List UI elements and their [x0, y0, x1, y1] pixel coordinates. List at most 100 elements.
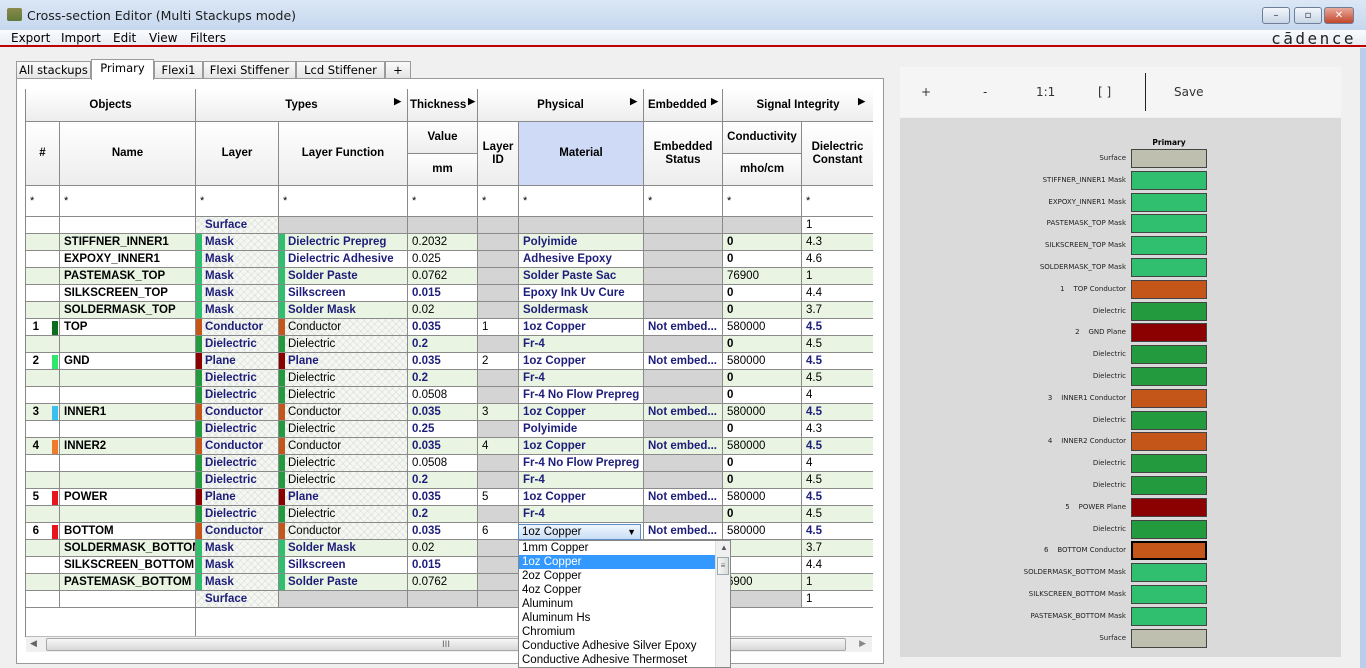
cell-thickness[interactable]: 0.02 — [408, 302, 478, 319]
cell-layer[interactable]: Dielectric — [196, 336, 279, 353]
cell-thickness[interactable]: 0.025 — [408, 251, 478, 268]
cell-material[interactable]: Polyimide — [519, 421, 644, 438]
table-row[interactable]: EXPOXY_INNER1 Mask Dielectric Adhesive 0.02… — [26, 251, 873, 268]
cell-name[interactable]: SOLDERMASK_BOTTOM — [60, 540, 196, 557]
add-tab-button[interactable]: + — [385, 61, 411, 79]
cell-dk[interactable]: 4.5 — [802, 523, 873, 540]
dropdown-option[interactable]: Conductive Adhesive Thermoset — [519, 653, 715, 667]
cell-conductivity[interactable]: 0 — [723, 302, 802, 319]
cell-layer-function[interactable] — [279, 591, 408, 608]
cell-layer-function[interactable]: Conductor — [279, 404, 408, 421]
cell-dk[interactable]: 4.5 — [802, 404, 873, 421]
cell-name[interactable]: PASTEMASK_TOP — [60, 268, 196, 285]
cell-thickness[interactable]: 0.035 — [408, 319, 478, 336]
cell-layer[interactable]: Mask — [196, 557, 279, 574]
cell-layer-id[interactable] — [478, 506, 519, 523]
expand-arrow-icon[interactable]: ▶ — [858, 95, 865, 108]
cell-thickness[interactable]: 0.035 — [408, 489, 478, 506]
cell-layer[interactable]: Surface — [196, 217, 279, 234]
cell-name[interactable]: SILKSCREEN_BOTTOM — [60, 557, 196, 574]
cell-layer[interactable]: Mask — [196, 251, 279, 268]
cell-layer-id[interactable] — [478, 234, 519, 251]
cell-layer-id[interactable]: 4 — [478, 438, 519, 455]
cell-layer[interactable]: Mask — [196, 285, 279, 302]
cell-layer-id[interactable] — [478, 472, 519, 489]
cell-layer[interactable]: Dielectric — [196, 370, 279, 387]
cell-conductivity[interactable]: 580000 — [723, 319, 802, 336]
cell-layer-id[interactable] — [478, 557, 519, 574]
cell-layer-function[interactable] — [279, 217, 408, 234]
cell-embedded[interactable] — [644, 336, 723, 353]
cell-embedded[interactable]: Not embed... — [644, 489, 723, 506]
cell-conductivity[interactable]: 0 — [723, 234, 802, 251]
dropdown-option[interactable]: Aluminum Hs — [519, 611, 715, 625]
cell-dk[interactable]: 4.5 — [802, 336, 873, 353]
cell-layer-function[interactable]: Dielectric — [279, 421, 408, 438]
filter-layer-id[interactable]: * — [478, 186, 519, 217]
layer-bar-dielectric[interactable] — [1131, 454, 1207, 474]
cell-thickness[interactable]: 0.2 — [408, 370, 478, 387]
cell-material[interactable] — [519, 217, 644, 234]
cell-layer[interactable]: Plane — [196, 489, 279, 506]
layer-bar-conductor[interactable] — [1131, 279, 1207, 299]
cell-thickness[interactable] — [408, 591, 478, 608]
cell-dk[interactable]: 3.7 — [802, 540, 873, 557]
cell-name[interactable]: SILKSCREEN_TOP — [60, 285, 196, 302]
maximize-button[interactable]: ▫ — [1294, 7, 1322, 24]
table-row[interactable]: Dielectric Dielectric 0.0508 Fr-4 No Flow P… — [26, 387, 873, 404]
cell-layer-id[interactable]: 5 — [478, 489, 519, 506]
dropdown-option[interactable]: 4oz Copper — [519, 583, 715, 597]
cell-material[interactable]: 1oz Copper — [519, 353, 644, 370]
table-row[interactable]: Dielectric Dielectric 0.2 Fr-4 0 4.5 — [26, 472, 873, 489]
cell-conductivity[interactable]: 580000 — [723, 438, 802, 455]
cell-num[interactable] — [26, 217, 60, 234]
group-physical[interactable]: Physical ▶ — [478, 89, 644, 122]
cell-layer-function[interactable]: Silkscreen — [279, 557, 408, 574]
cell-num[interactable] — [26, 234, 60, 251]
cell-layer[interactable]: Mask — [196, 540, 279, 557]
cell-layer-id[interactable] — [478, 370, 519, 387]
minimize-button[interactable]: – — [1262, 7, 1290, 24]
scroll-left-icon[interactable]: ◀ — [30, 639, 37, 649]
cell-embedded[interactable]: Not embed... — [644, 319, 723, 336]
cell-material[interactable]: 1oz Copper — [519, 404, 644, 421]
cell-layer-function[interactable]: Plane — [279, 489, 408, 506]
cell-layer-id[interactable] — [478, 591, 519, 608]
cell-embedded[interactable]: Not embed... — [644, 404, 723, 421]
cell-layer-function[interactable]: Dielectric — [279, 387, 408, 404]
cell-conductivity[interactable]: 0 — [723, 285, 802, 302]
cell-thickness[interactable]: 0.25 — [408, 421, 478, 438]
cell-material[interactable]: Fr-4 — [519, 336, 644, 353]
cell-dk[interactable]: 4.5 — [802, 472, 873, 489]
cell-embedded[interactable] — [644, 472, 723, 489]
cell-name[interactable] — [60, 370, 196, 387]
cell-conductivity[interactable] — [723, 217, 802, 234]
layer-bar-dielectric[interactable] — [1131, 367, 1207, 386]
cell-name[interactable] — [60, 217, 196, 234]
cell-embedded[interactable] — [644, 421, 723, 438]
layer-bar-mask[interactable] — [1131, 606, 1207, 626]
cell-embedded[interactable]: Not embed... — [644, 523, 723, 540]
layer-bar-surface[interactable] — [1131, 628, 1207, 648]
table-row[interactable]: Surface 1 — [26, 217, 873, 234]
cell-embedded[interactable]: Not embed... — [644, 438, 723, 455]
dropdown-option[interactable]: 1oz Copper — [519, 555, 715, 569]
cell-thickness[interactable]: 0.035 — [408, 523, 478, 540]
cell-thickness[interactable]: 0.035 — [408, 353, 478, 370]
menu-filters[interactable]: Filters — [190, 31, 226, 45]
cell-embedded[interactable] — [644, 217, 723, 234]
table-row[interactable]: 3 INNER1 Conductor Conductor 0.035 3 1oz Coppe… — [26, 404, 873, 421]
cell-material[interactable]: Adhesive Epoxy — [519, 251, 644, 268]
cell-material[interactable]: 1oz Copper — [519, 489, 644, 506]
menu-export[interactable]: Export — [11, 31, 50, 45]
layer-bar-plane[interactable] — [1131, 497, 1207, 517]
cell-dk[interactable]: 1 — [802, 574, 873, 591]
cell-layer-function[interactable]: Dielectric — [279, 455, 408, 472]
cell-name[interactable]: INNER1 — [60, 404, 196, 421]
cell-layer[interactable]: Dielectric — [196, 472, 279, 489]
cell-name[interactable]: INNER2 — [60, 438, 196, 455]
table-row[interactable]: 2 GND Plane Plane 0.035 2 1oz Copper Not embed.… — [26, 353, 873, 370]
cell-name[interactable] — [60, 455, 196, 472]
cell-thickness[interactable]: 0.035 — [408, 438, 478, 455]
layer-bar-dielectric[interactable] — [1131, 410, 1207, 430]
